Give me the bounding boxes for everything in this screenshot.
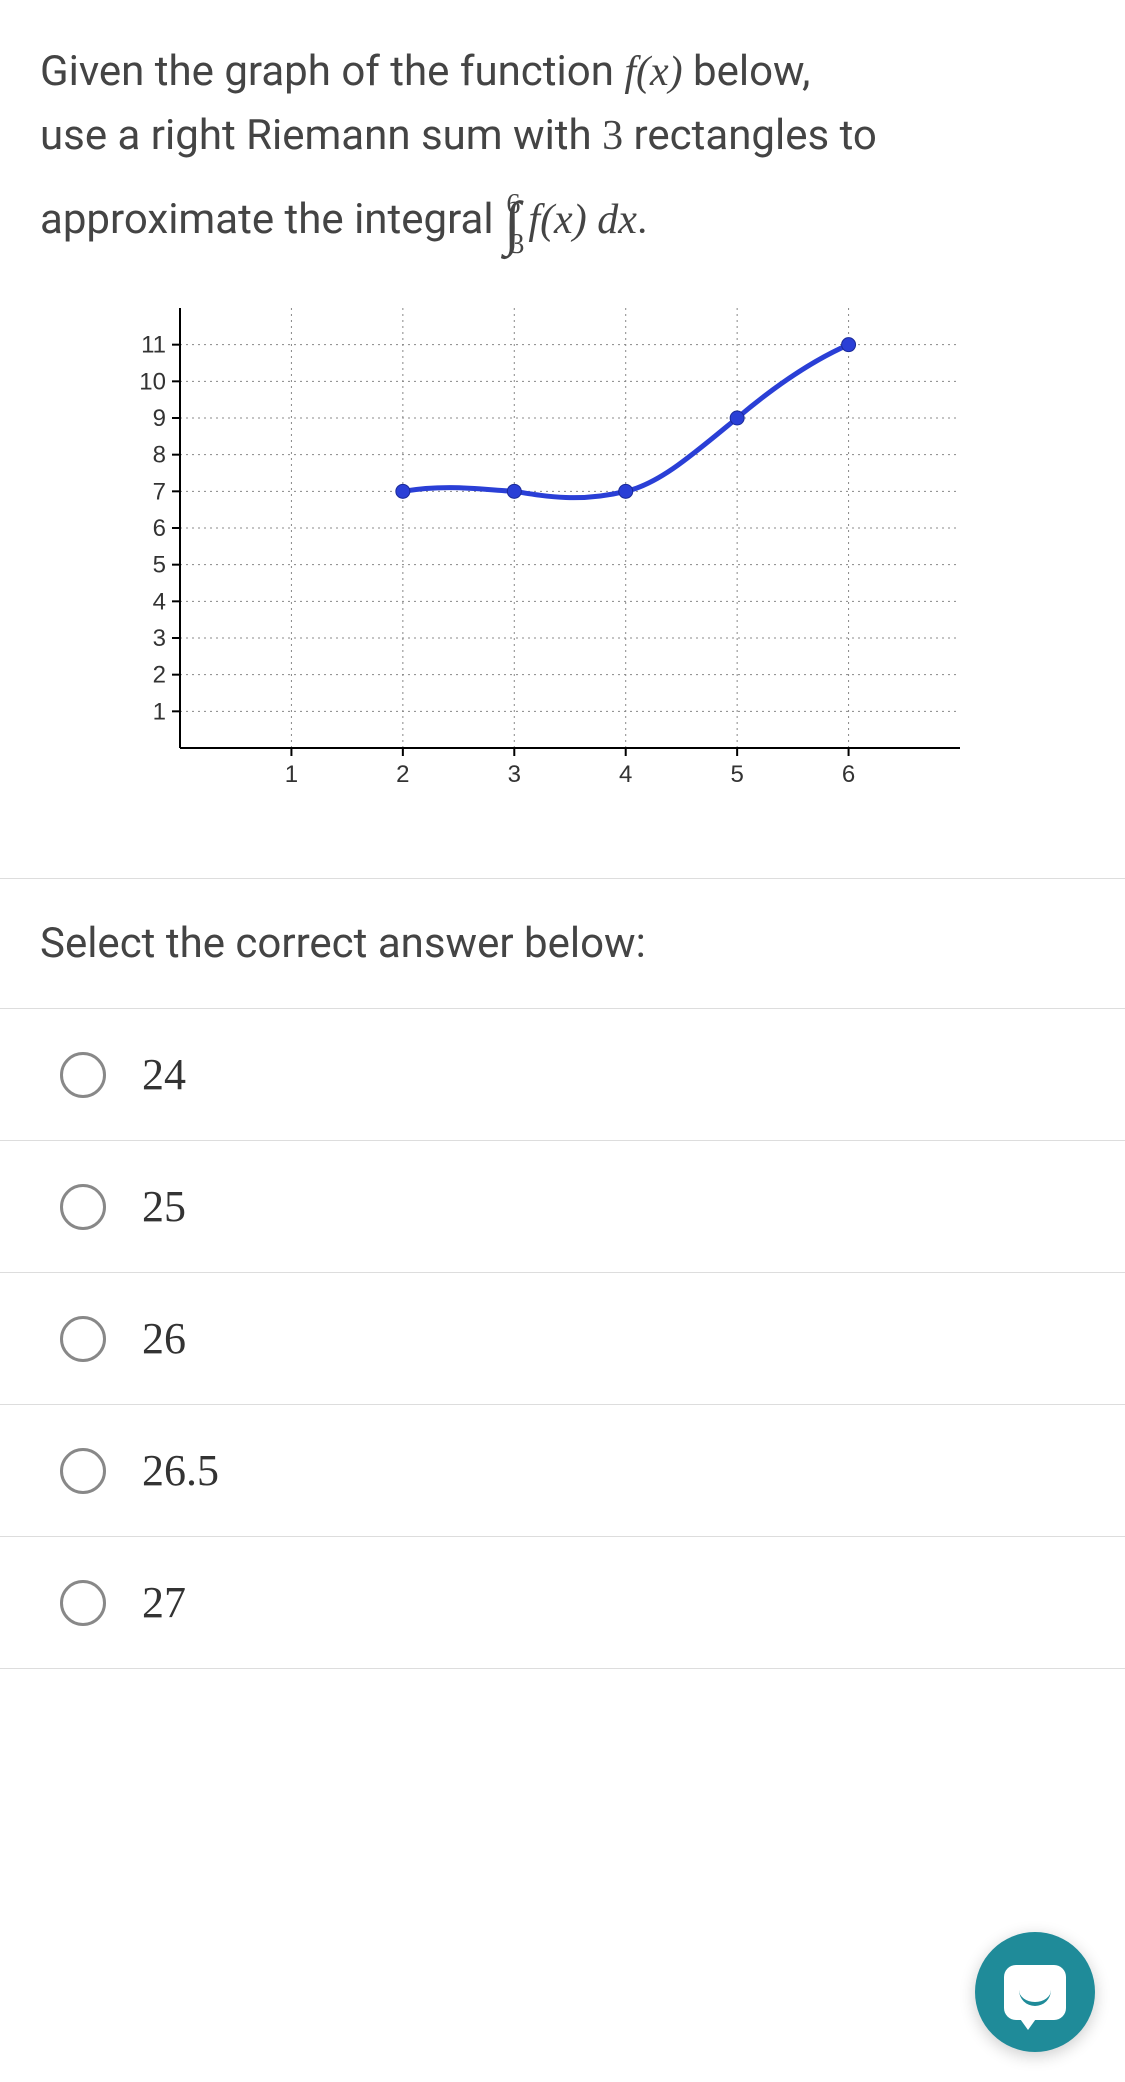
svg-text:6: 6 bbox=[153, 515, 166, 542]
svg-text:3: 3 bbox=[153, 625, 166, 652]
svg-text:3: 3 bbox=[508, 761, 521, 788]
svg-text:4: 4 bbox=[619, 761, 632, 788]
integral-expression: ∫36f(x) dx bbox=[504, 168, 637, 258]
svg-text:2: 2 bbox=[153, 662, 166, 689]
option-label: 24 bbox=[142, 1049, 186, 1100]
option-26[interactable]: 26 bbox=[0, 1273, 1125, 1405]
integral-upper: 6 bbox=[506, 189, 520, 220]
option-label: 26.5 bbox=[142, 1445, 219, 1496]
q-line2b: rectangles to bbox=[623, 111, 877, 160]
svg-text:1: 1 bbox=[153, 698, 166, 725]
option-27[interactable]: 27 bbox=[0, 1537, 1125, 1669]
option-26-5[interactable]: 26.5 bbox=[0, 1405, 1125, 1537]
option-label: 26 bbox=[142, 1313, 186, 1364]
radio-icon bbox=[60, 1580, 106, 1626]
option-label: 25 bbox=[142, 1181, 186, 1232]
svg-text:6: 6 bbox=[842, 761, 855, 788]
chat-support-button[interactable] bbox=[975, 1932, 1095, 2052]
svg-text:1: 1 bbox=[285, 761, 298, 788]
integrand: f(x) dx bbox=[528, 197, 636, 243]
radio-icon bbox=[60, 1316, 106, 1362]
chart: 1 2 3 4 5 6 1 2 3 4 5 6 7 8 9 10 11 bbox=[40, 258, 1085, 848]
prompt-text: Select the correct answer below: bbox=[40, 919, 646, 968]
svg-text:8: 8 bbox=[153, 442, 166, 469]
q-fx: f(x) bbox=[624, 49, 682, 95]
q-line2a: use a right Riemann sum with bbox=[40, 111, 602, 160]
option-25[interactable]: 25 bbox=[0, 1141, 1125, 1273]
chat-icon bbox=[1004, 1965, 1066, 2020]
option-label: 27 bbox=[142, 1577, 186, 1628]
svg-text:4: 4 bbox=[153, 588, 166, 615]
question-block: Given the graph of the function f(x) bel… bbox=[0, 0, 1125, 879]
q-suffix1: below, bbox=[683, 47, 811, 96]
svg-text:7: 7 bbox=[153, 478, 166, 505]
radio-icon bbox=[60, 1052, 106, 1098]
svg-text:5: 5 bbox=[153, 552, 166, 579]
q-prefix: Given the graph of the function bbox=[40, 47, 624, 96]
q-rects: 3 bbox=[602, 113, 623, 159]
svg-text:10: 10 bbox=[139, 368, 166, 395]
chat-smile-icon bbox=[1019, 1990, 1051, 2006]
svg-text:2: 2 bbox=[396, 761, 409, 788]
answer-prompt: Select the correct answer below: bbox=[0, 879, 1125, 1009]
svg-text:11: 11 bbox=[141, 332, 166, 359]
radio-icon bbox=[60, 1184, 106, 1230]
chart-svg: 1 2 3 4 5 6 1 2 3 4 5 6 7 8 9 10 11 bbox=[120, 288, 1000, 808]
question-text: Given the graph of the function f(x) bel… bbox=[40, 40, 1085, 258]
q-period: . bbox=[637, 195, 648, 244]
option-24[interactable]: 24 bbox=[0, 1009, 1125, 1141]
q-line3a: approximate the integral bbox=[40, 195, 504, 244]
svg-text:9: 9 bbox=[153, 405, 166, 432]
integral-lower: 3 bbox=[510, 229, 524, 260]
radio-icon bbox=[60, 1448, 106, 1494]
svg-text:5: 5 bbox=[730, 761, 743, 788]
